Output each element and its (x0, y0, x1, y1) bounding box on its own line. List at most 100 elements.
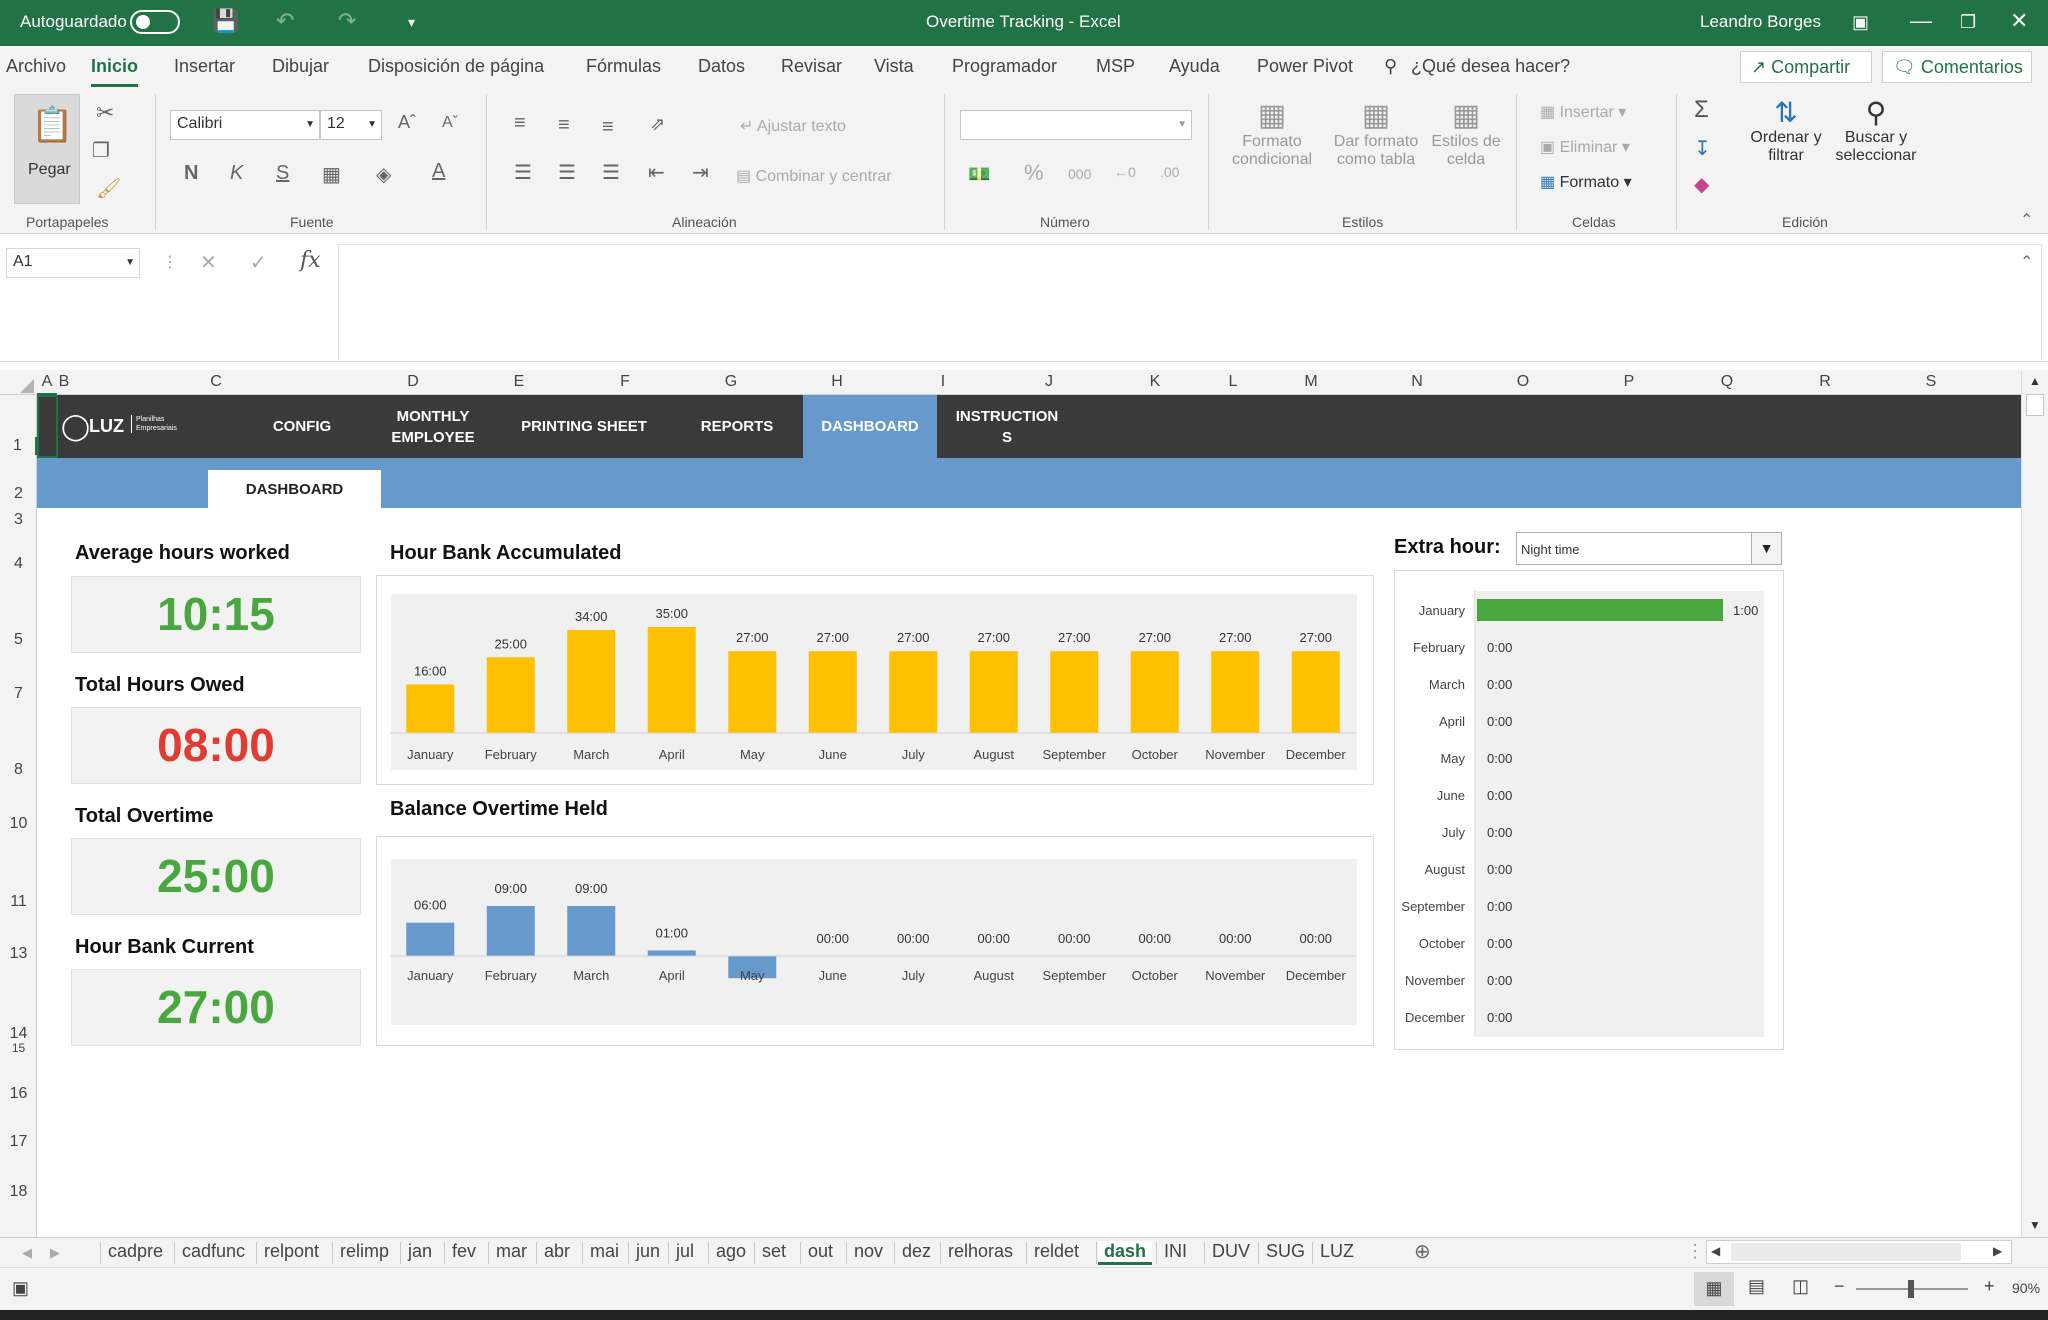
underline-button[interactable]: S (276, 162, 289, 185)
row-header-7[interactable]: 7 (0, 685, 37, 703)
row-header-15[interactable]: 15 (0, 1041, 37, 1055)
tab-disposicion[interactable]: Disposición de página (368, 56, 544, 77)
ribbon-display-icon[interactable]: ▣ (1852, 12, 1869, 33)
sheet-tab-relpont[interactable]: relpont (264, 1241, 319, 1262)
col-header-g[interactable]: G (678, 373, 784, 391)
cut-icon[interactable]: ✂ (96, 100, 114, 126)
scroll-thumb[interactable] (2026, 394, 2044, 416)
col-header-i[interactable]: I (890, 373, 996, 391)
sheet-tab-ago[interactable]: ago (716, 1241, 746, 1262)
tab-inicio[interactable]: Inicio (91, 56, 139, 87)
increase-indent-icon[interactable]: ⇥ (692, 160, 709, 185)
decrease-indent-icon[interactable]: ⇤ (648, 160, 665, 185)
fill-icon[interactable]: ↧ (1694, 136, 1711, 161)
nav-config[interactable]: CONFIG (237, 395, 367, 458)
col-header-f[interactable]: F (572, 373, 678, 391)
nav-dashboard[interactable]: DASHBOARD (803, 395, 937, 458)
cell-styles-button[interactable]: ▦ Estilos de celda (1426, 98, 1506, 210)
nav-monthly-employee[interactable]: MONTHLY EMPLOYEE (367, 395, 499, 458)
orientation-icon[interactable]: ⇗ (650, 114, 665, 135)
col-header-o[interactable]: O (1470, 373, 1576, 391)
expand-formula-icon[interactable]: ⌃ (2020, 252, 2033, 272)
sheet-tab-dez[interactable]: dez (902, 1241, 931, 1262)
sheet-tab-jan[interactable]: jan (408, 1241, 432, 1262)
align-left-icon[interactable]: ☰ (514, 160, 532, 185)
zoom-out-icon[interactable]: − (1834, 1276, 1845, 1297)
row-header-1[interactable]: 1 (0, 437, 37, 455)
align-right-icon[interactable]: ☰ (602, 160, 620, 185)
restore-icon[interactable]: ❐ (1960, 12, 1976, 33)
align-center-icon[interactable]: ☰ (558, 160, 576, 185)
wrap-text-button[interactable]: ↵ Ajustar texto (740, 116, 846, 136)
format-cells-button[interactable]: ▦ Formato ▾ (1540, 172, 1632, 192)
sheet-tab-out[interactable]: out (808, 1241, 833, 1262)
vertical-scrollbar[interactable]: ▲ ▼ (2021, 370, 2048, 1237)
tab-datos[interactable]: Datos (698, 56, 745, 77)
tab-revisar[interactable]: Revisar (781, 56, 842, 77)
col-header-b[interactable]: B (56, 373, 72, 391)
bold-button[interactable]: N (184, 162, 198, 185)
sheet-tab-luz[interactable]: LUZ (1320, 1241, 1354, 1262)
row-header-18[interactable]: 18 (0, 1183, 37, 1201)
row-header-16[interactable]: 16 (0, 1085, 37, 1103)
col-header-d[interactable]: D (360, 373, 466, 391)
undo-icon[interactable]: ↶ (276, 8, 294, 34)
tab-msp[interactable]: MSP (1096, 56, 1135, 77)
tab-split-icon[interactable]: ⋮ (1686, 1241, 1704, 1262)
user-name[interactable]: Leandro Borges (1700, 12, 1821, 32)
font-color-icon[interactable]: A (432, 160, 445, 183)
selected-cell-a1[interactable] (37, 395, 58, 458)
row-header-10[interactable]: 10 (0, 815, 37, 833)
sheet-tab-relhoras[interactable]: relhoras (948, 1241, 1013, 1262)
fill-color-icon[interactable]: ◈ (376, 162, 391, 187)
zoom-slider-thumb[interactable] (1908, 1280, 1914, 1298)
tab-archivo[interactable]: Archivo (6, 56, 66, 77)
merge-center-button[interactable]: ▤ Combinar y centrar (736, 166, 892, 186)
sheet-tab-cadfunc[interactable]: cadfunc (182, 1241, 245, 1262)
clear-icon[interactable]: ◆ (1694, 172, 1709, 197)
insert-cells-button[interactable]: ▦ Insertar ▾ (1540, 102, 1626, 122)
tab-vista[interactable]: Vista (874, 56, 914, 77)
col-header-q[interactable]: Q (1682, 373, 1772, 391)
grow-font-icon[interactable]: Aˆ (398, 112, 416, 133)
save-icon[interactable]: 💾 (212, 8, 239, 34)
sheet-tab-ini[interactable]: INI (1164, 1241, 1187, 1262)
tab-formulas[interactable]: Fórmulas (586, 56, 661, 77)
sheet-tab-mar[interactable]: mar (496, 1241, 527, 1262)
scroll-left-icon[interactable]: ◀ (1711, 1244, 1720, 1258)
thousands-icon[interactable]: 000 (1068, 166, 1091, 182)
row-header-11[interactable]: 11 (0, 893, 37, 911)
col-header-a[interactable]: A (37, 373, 57, 395)
copy-icon[interactable]: ❐ (92, 138, 110, 163)
col-header-p[interactable]: P (1576, 373, 1682, 391)
italic-button[interactable]: K (230, 162, 243, 185)
redo-icon[interactable]: ↷ (338, 8, 356, 34)
sheet-tab-cadpre[interactable]: cadpre (108, 1241, 163, 1262)
horizontal-scrollbar[interactable]: ◀ ▶ (1706, 1240, 2012, 1264)
percent-icon[interactable]: % (1024, 160, 1044, 186)
sheet-tab-jun[interactable]: jun (636, 1241, 660, 1262)
autosum-icon[interactable]: Σ (1694, 96, 1709, 124)
shrink-font-icon[interactable]: Aˇ (442, 114, 458, 132)
scroll-right-icon[interactable]: ▶ (1993, 1244, 2002, 1258)
zoom-level[interactable]: 90% (2012, 1280, 2040, 1296)
tab-insertar[interactable]: Insertar (174, 56, 235, 77)
currency-icon[interactable]: 💵 (968, 164, 990, 185)
find-select-button[interactable]: ⚲ Buscar y seleccionar (1828, 96, 1924, 210)
minimize-icon[interactable]: — (1910, 8, 1932, 34)
page-layout-icon[interactable]: ▤ (1748, 1276, 1765, 1297)
row-header-17[interactable]: 17 (0, 1133, 37, 1151)
col-header-n[interactable]: N (1364, 373, 1470, 391)
macro-record-icon[interactable]: ▣ (12, 1278, 29, 1299)
borders-icon[interactable]: ▦ (322, 162, 341, 187)
customize-toolbar-icon[interactable]: ▾ (408, 14, 415, 31)
row-header-3[interactable]: 3 (0, 511, 37, 529)
sheet-tab-dash[interactable]: dash (1098, 1241, 1153, 1265)
tab-ayuda[interactable]: Ayuda (1169, 56, 1220, 77)
sheet-tab-jul[interactable]: jul (676, 1241, 694, 1262)
select-all-corner[interactable] (0, 370, 37, 395)
sheet-tab-fev[interactable]: fev (452, 1241, 476, 1262)
col-header-r[interactable]: R (1772, 373, 1878, 391)
extra-hour-select[interactable]: Night time ▼ (1516, 532, 1782, 565)
insert-function-icon[interactable]: fx (300, 248, 321, 273)
